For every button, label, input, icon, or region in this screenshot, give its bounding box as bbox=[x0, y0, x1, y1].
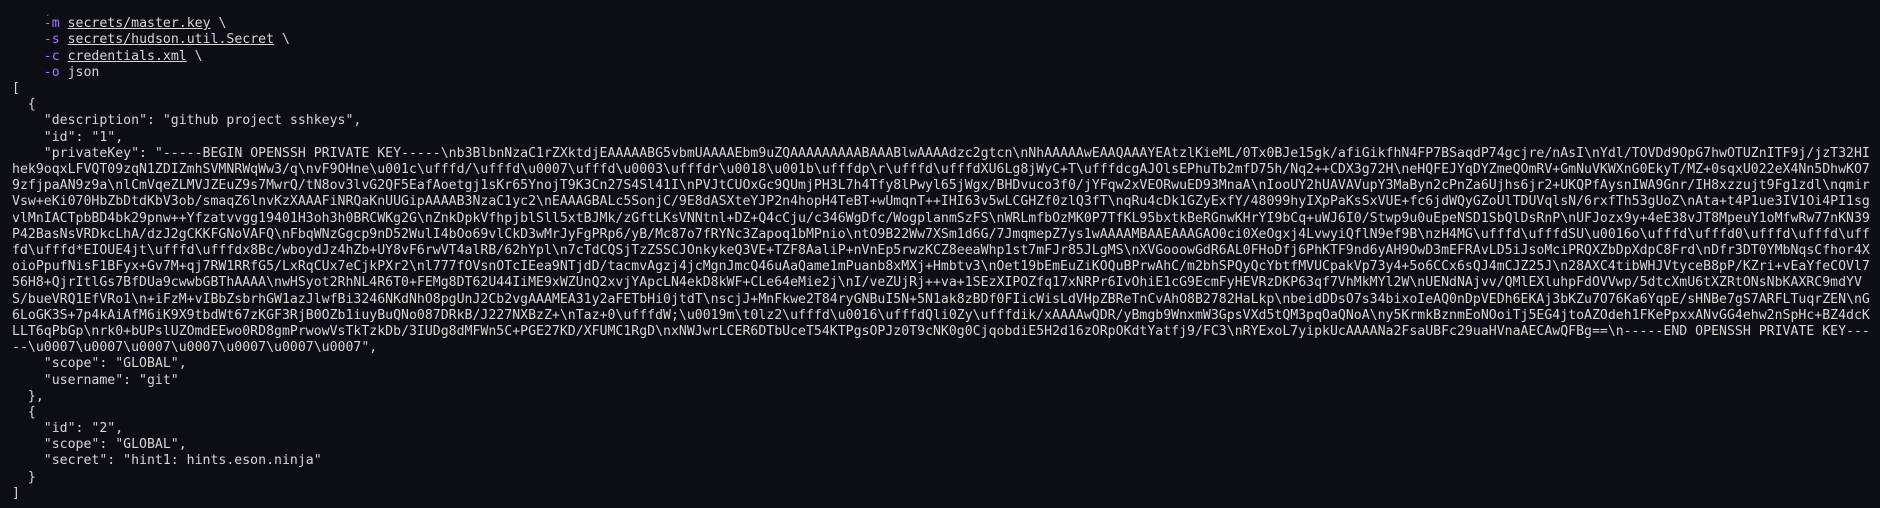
json-scope: "scope": "GLOBAL", bbox=[12, 437, 187, 453]
flag-c: -c bbox=[43, 48, 60, 64]
json-scope: "scope": "GLOBAL", bbox=[12, 356, 187, 372]
json-object-close: } bbox=[12, 469, 36, 485]
json-id: "id": "1", bbox=[12, 129, 124, 145]
json-object-close: }, bbox=[12, 388, 44, 404]
credentials-xml-path[interactable]: credentials.xml bbox=[68, 49, 187, 64]
private-key-value: "-----BEGIN OPENSSH PRIVATE KEY-----\nb3… bbox=[12, 145, 1870, 356]
master-key-path[interactable]: secrets/master.key bbox=[68, 16, 211, 31]
terminal-window[interactable]: └─$ jenkins-credentials-decryptor \ -m s… bbox=[0, 0, 1880, 508]
json-description: "description": "github project sshkeys", bbox=[12, 113, 362, 129]
json-secret: "secret": "hint1: hints.eson.ninja" bbox=[12, 453, 322, 469]
line-continuation: \ bbox=[186, 48, 203, 64]
output-format: json bbox=[67, 64, 100, 80]
arg-line: -s secrets/hudson.util.Secret \ bbox=[12, 32, 1872, 48]
flag-s: -s bbox=[43, 32, 60, 48]
command-line: └─$ jenkins-credentials-decryptor \ bbox=[12, 0, 1872, 16]
json-object-open: { bbox=[12, 97, 36, 113]
line-continuation: \ bbox=[274, 32, 290, 48]
private-key-label: "privateKey": bbox=[12, 145, 155, 161]
flag-o: -o bbox=[43, 64, 60, 80]
arg-line: -o json bbox=[12, 65, 1872, 81]
json-close-bracket: ] bbox=[12, 485, 20, 501]
json-object-open: { bbox=[12, 404, 36, 420]
arg-line: -m secrets/master.key \ bbox=[12, 16, 1872, 32]
flag-m: -m bbox=[43, 16, 60, 32]
json-open-bracket: [ bbox=[12, 80, 20, 96]
json-id: "id": "2", bbox=[12, 421, 124, 437]
json-private-key: "privateKey": "-----BEGIN OPENSSH PRIVAT… bbox=[12, 146, 1872, 357]
json-username: "username": "git" bbox=[12, 372, 179, 388]
hudson-secret-path[interactable]: secrets/hudson.util.Secret bbox=[68, 32, 274, 47]
line-continuation: \ bbox=[210, 16, 227, 32]
arg-line: -c credentials.xml \ bbox=[12, 49, 1872, 65]
